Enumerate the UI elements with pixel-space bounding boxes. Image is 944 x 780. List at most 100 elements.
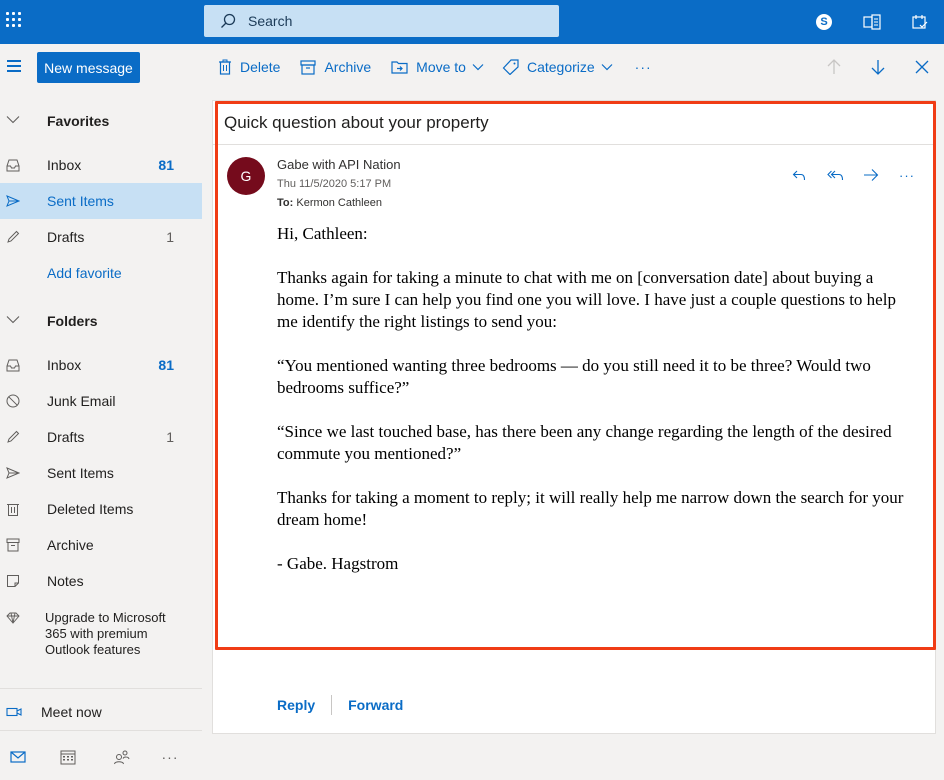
arrow-down-icon bbox=[871, 60, 885, 75]
folder-sent-label: Sent Items bbox=[47, 465, 114, 481]
favorites-header[interactable]: Favorites bbox=[0, 103, 202, 139]
send-icon bbox=[6, 467, 20, 479]
folder-deleted-label: Deleted Items bbox=[47, 501, 134, 517]
more-apps-button[interactable]: ··· bbox=[144, 734, 196, 780]
folders-label: Folders bbox=[47, 313, 98, 329]
mail-icon bbox=[10, 751, 26, 763]
recipient-line: To: Kermon Cathleen bbox=[277, 197, 382, 209]
folder-junk-email[interactable]: Junk Email bbox=[0, 383, 202, 419]
junk-icon bbox=[6, 394, 20, 408]
draft-count: 1 bbox=[166, 229, 174, 245]
delete-button[interactable]: Delete bbox=[218, 44, 280, 90]
folder-pane: Favorites Inbox 81 Sent Items Drafts 1 A… bbox=[0, 90, 202, 780]
avatar[interactable]: G bbox=[227, 157, 265, 195]
arrow-up-icon bbox=[827, 59, 841, 74]
meet-now-button[interactable]: Meet now bbox=[0, 694, 202, 730]
forward-button[interactable]: Forward bbox=[348, 697, 403, 713]
add-favorite-label: Add favorite bbox=[47, 265, 122, 281]
new-message-button[interactable]: New message bbox=[37, 52, 140, 83]
people-button[interactable] bbox=[100, 734, 144, 780]
mail-button[interactable] bbox=[0, 734, 36, 780]
folder-archive[interactable]: Archive bbox=[0, 527, 202, 563]
body-paragraph: “Since we last touched base, has there b… bbox=[277, 422, 892, 463]
email-body: Hi, Cathleen: Thanks again for taking a … bbox=[277, 223, 917, 597]
favorite-sent-items-label: Sent Items bbox=[47, 193, 114, 209]
unread-count: 81 bbox=[158, 157, 174, 173]
message-actions: ··· bbox=[781, 163, 925, 187]
chevron-down-icon bbox=[601, 64, 613, 71]
folder-deleted-items[interactable]: Deleted Items bbox=[0, 491, 202, 527]
close-button[interactable] bbox=[900, 44, 944, 90]
add-favorite-link[interactable]: Add favorite bbox=[0, 255, 202, 291]
next-message-button[interactable] bbox=[856, 44, 900, 90]
folder-archive-label: Archive bbox=[47, 537, 94, 553]
reply-button[interactable]: Reply bbox=[277, 697, 315, 713]
office-icon bbox=[863, 14, 881, 30]
video-icon bbox=[6, 707, 22, 717]
archive-label: Archive bbox=[324, 59, 372, 75]
move-to-button[interactable]: Move to bbox=[391, 44, 484, 90]
archive-icon bbox=[6, 538, 20, 552]
more-commands-button[interactable]: ··· bbox=[635, 44, 652, 90]
upgrade-promo[interactable]: Upgrade to Microsoft 365 with premium Ou… bbox=[0, 606, 202, 690]
draft-count: 1 bbox=[166, 429, 174, 445]
folders-header[interactable]: Folders bbox=[0, 303, 202, 339]
office-button[interactable] bbox=[848, 0, 896, 44]
reply-all-icon-button[interactable] bbox=[817, 163, 853, 187]
inbox-icon bbox=[6, 359, 20, 372]
forward-icon bbox=[864, 169, 879, 181]
divider bbox=[0, 730, 202, 731]
folder-notes-label: Notes bbox=[47, 573, 84, 589]
hamburger-icon[interactable] bbox=[7, 60, 21, 72]
chevron-down-icon bbox=[472, 64, 484, 71]
chevron-down-icon bbox=[6, 116, 20, 124]
command-toolbar: Delete Archive Move to Categorize ··· bbox=[202, 44, 944, 90]
reply-bar: Reply Forward bbox=[277, 695, 403, 715]
calendar-button[interactable] bbox=[36, 734, 100, 780]
folder-inbox[interactable]: Inbox 81 bbox=[0, 347, 202, 383]
feedback-button[interactable] bbox=[896, 0, 944, 44]
email-subject: Quick question about your property bbox=[224, 113, 489, 132]
waffle-icon[interactable] bbox=[6, 12, 22, 28]
unread-count: 81 bbox=[158, 357, 174, 373]
favorite-drafts[interactable]: Drafts 1 bbox=[0, 219, 202, 255]
email-date: Thu 11/5/2020 5:17 PM bbox=[277, 178, 392, 190]
favorites-label: Favorites bbox=[47, 113, 110, 129]
folder-drafts[interactable]: Drafts 1 bbox=[0, 419, 202, 455]
top-bar: Search S bbox=[0, 0, 944, 44]
divider bbox=[0, 688, 202, 689]
skype-button[interactable]: S bbox=[800, 0, 848, 44]
reading-pane: Quick question about your property G Gab… bbox=[212, 100, 936, 734]
favorite-sent-items[interactable]: Sent Items bbox=[0, 183, 202, 219]
recipient-name[interactable]: Kermon Cathleen bbox=[296, 197, 382, 209]
search-box[interactable]: Search bbox=[204, 5, 559, 37]
favorite-inbox-label: Inbox bbox=[47, 157, 82, 173]
search-icon bbox=[221, 13, 236, 28]
reply-all-icon bbox=[826, 170, 843, 181]
meet-now-label: Meet now bbox=[41, 704, 102, 720]
sender-name[interactable]: Gabe with API Nation bbox=[277, 157, 401, 172]
upgrade-text: Upgrade to Microsoft 365 with premium Ou… bbox=[45, 610, 166, 657]
search-placeholder: Search bbox=[248, 13, 293, 29]
signature: - Gabe. Hagstrom bbox=[277, 554, 399, 573]
subject-bar: Quick question about your property bbox=[213, 101, 935, 145]
body-paragraph: Thanks again for taking a minute to chat… bbox=[277, 268, 896, 331]
favorite-inbox[interactable]: Inbox 81 bbox=[0, 147, 202, 183]
move-to-label: Move to bbox=[416, 59, 466, 75]
notes-icon bbox=[7, 575, 19, 587]
categorize-button[interactable]: Categorize bbox=[502, 44, 613, 90]
forward-icon-button[interactable] bbox=[853, 163, 889, 187]
body-paragraph: “You mentioned wanting three bedrooms — … bbox=[277, 356, 871, 397]
more-actions-button[interactable]: ··· bbox=[889, 163, 925, 187]
pencil-icon bbox=[7, 230, 20, 243]
previous-message-button[interactable] bbox=[812, 44, 856, 90]
move-icon bbox=[391, 61, 408, 74]
categorize-label: Categorize bbox=[526, 59, 595, 75]
folder-notes[interactable]: Notes bbox=[0, 563, 202, 599]
folder-sent-items[interactable]: Sent Items bbox=[0, 455, 202, 491]
reply-icon-button[interactable] bbox=[781, 163, 817, 187]
pencil-icon bbox=[7, 430, 20, 443]
archive-button[interactable]: Archive bbox=[300, 44, 371, 90]
inbox-icon bbox=[6, 159, 20, 172]
calendar-icon bbox=[60, 750, 76, 765]
